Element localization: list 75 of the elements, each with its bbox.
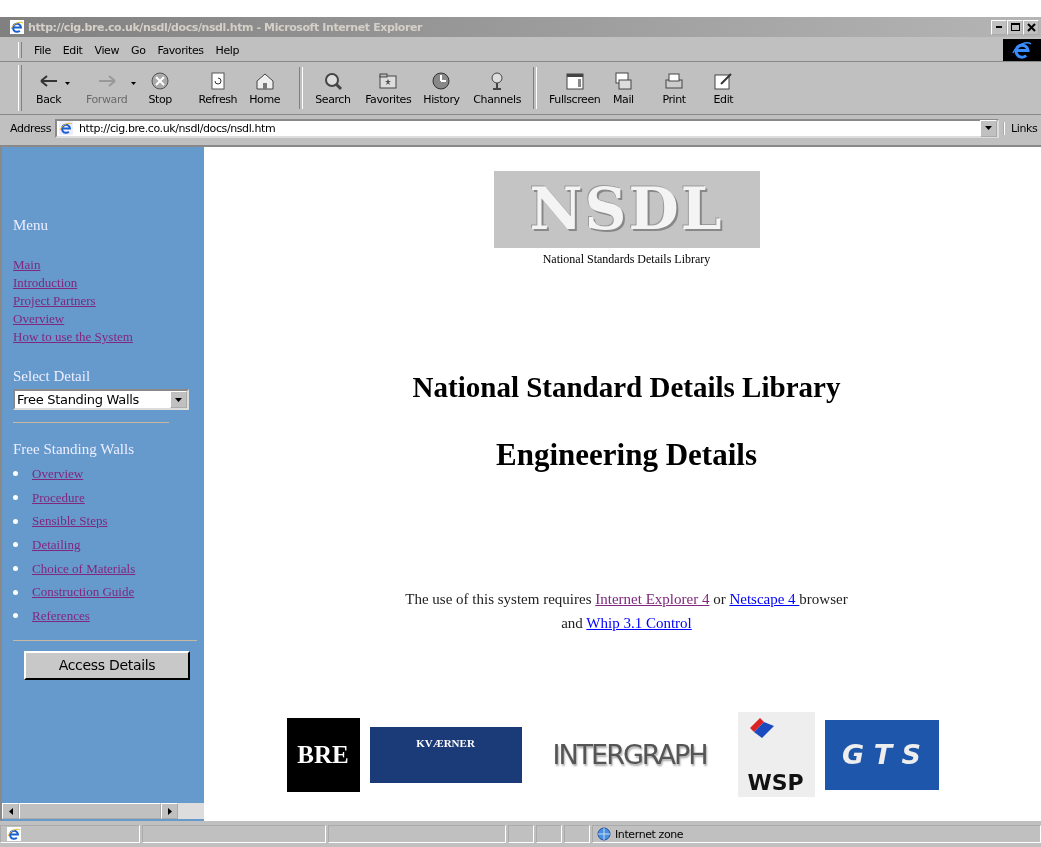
bullet-icon: [13, 542, 18, 548]
menu-item[interactable]: Help: [215, 43, 240, 57]
status-panel: [508, 825, 534, 843]
intergraph-logo: INTERGRAPH: [551, 738, 708, 772]
logo-caption: National Standards Details Library: [542, 252, 711, 267]
access-details-button[interactable]: Access Details: [24, 650, 190, 680]
page-heading: National Standard Details Library: [412, 370, 841, 405]
bullet-icon: [13, 518, 18, 524]
status-panel: [536, 825, 562, 843]
caret-icon: [131, 81, 137, 85]
text-link[interactable]: Internet Explorer 4: [595, 591, 710, 607]
page-subheading: Engineering Details: [496, 436, 757, 474]
zone-label: Internet zone: [615, 827, 684, 841]
maximize-button[interactable]: [1007, 19, 1023, 35]
gts-logo: G T S: [824, 719, 939, 790]
select-label: Select Detail: [13, 368, 92, 385]
text-link[interactable]: Netscape 4: [729, 591, 800, 607]
menu-heading: Menu: [13, 217, 49, 234]
toolbar-button[interactable]: Edit: [706, 68, 757, 108]
text-link[interactable]: Whip 3.1 Control: [586, 615, 692, 631]
address-label: Address: [10, 121, 51, 135]
mail-icon: [612, 70, 635, 91]
toolbar-button[interactable]: Home: [243, 68, 294, 108]
menu-item[interactable]: Favorites: [157, 43, 204, 57]
kvaerner-logo: KVÆRNER: [369, 726, 522, 783]
bullet-icon: [13, 613, 18, 619]
close-icon: [1026, 22, 1036, 32]
menu-item[interactable]: View: [94, 43, 120, 57]
window-icon: [563, 70, 586, 91]
bullet-icon: [13, 566, 18, 572]
bullet-icon: [13, 471, 18, 477]
minimize-icon: [996, 26, 1002, 28]
clock-icon: [430, 70, 453, 91]
dropdown-arrow-icon: [985, 126, 992, 130]
toolbar-button[interactable]: Mail: [606, 68, 657, 108]
toolbar-button[interactable]: History: [417, 68, 468, 108]
minimize-button[interactable]: [991, 19, 1007, 35]
section-heading: Free Standing Walls: [13, 441, 135, 458]
folder-icon: [377, 70, 400, 91]
menu-item[interactable]: Go: [131, 43, 146, 57]
bullet-icon: [13, 589, 18, 595]
horizontal-scrollbar[interactable]: [2, 803, 204, 819]
stop-icon: [149, 70, 172, 91]
detail-dropdown[interactable]: Free Standing Walls: [13, 389, 189, 410]
toolbar-button[interactable]: Back: [30, 68, 80, 108]
edit-icon: [712, 70, 735, 91]
menu-item[interactable]: File: [34, 43, 51, 57]
toolbar-button[interactable]: Refresh: [192, 68, 244, 108]
caret-icon: [65, 81, 71, 85]
browser-icon: [10, 20, 24, 34]
toolbar-button[interactable]: Search: [309, 68, 360, 108]
browser-logo-icon: [1012, 41, 1032, 59]
requirements-text: The use of this system requires Internet Explorer 4 or Netscape 4 browser and Whip 3.1 Control: [405, 590, 848, 633]
toolbar-button[interactable]: Stop: [142, 68, 193, 108]
toolbar-button[interactable]: Fullscreen: [543, 68, 607, 108]
maximize-icon: [1010, 23, 1020, 31]
menu-item[interactable]: Edit: [62, 43, 83, 57]
window-title: http://cig.bre.co.uk/nsdl/docs/nsdl.htm - Microsoft Internet Explorer: [28, 20, 423, 34]
nsdl-logo: NSDL: [493, 171, 760, 248]
status-panel: [564, 825, 590, 843]
printer-icon: [663, 70, 686, 91]
bullet-icon: [13, 495, 18, 501]
wsp-logo: WSP: [737, 712, 815, 797]
left-arrow-icon: [8, 807, 13, 815]
toolbar-button[interactable]: Channels: [467, 68, 527, 108]
close-button[interactable]: [1023, 19, 1039, 35]
address-field[interactable]: http://cig.bre.co.uk/nsdl/docs/nsdl.htm: [55, 118, 999, 138]
links-button[interactable]: Links: [1003, 121, 1041, 135]
globe-icon: [597, 827, 611, 841]
right-arrow-icon: [167, 807, 172, 815]
dropdown-arrow-icon: [175, 397, 182, 402]
toolbar-button[interactable]: Favorites: [359, 68, 418, 108]
toolbar-button[interactable]: Print: [656, 68, 707, 108]
bre-logo: BRE: [286, 717, 360, 792]
page-icon: [59, 121, 73, 135]
